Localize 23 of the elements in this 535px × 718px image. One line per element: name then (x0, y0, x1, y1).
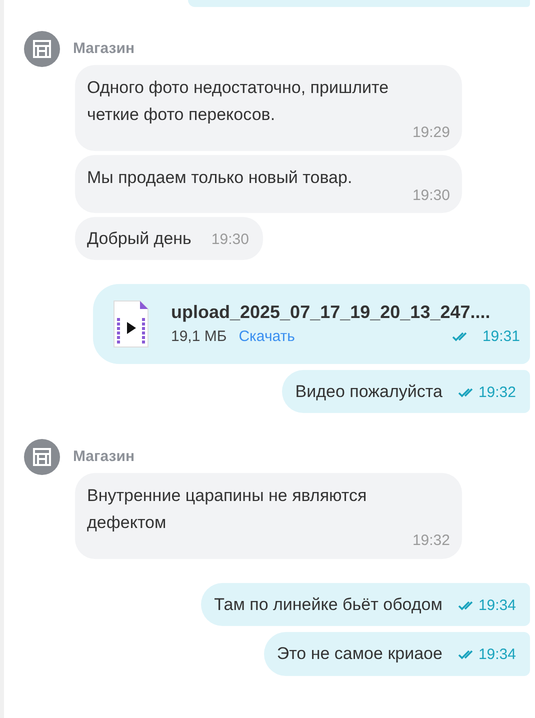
sender-name: Магазин (73, 38, 135, 59)
file-name: upload_2025_07_17_19_20_13_247.... (171, 301, 492, 324)
message-time: 19:31 (482, 327, 520, 347)
message-time: 19:34 (478, 645, 516, 665)
message-time: 19:34 (478, 596, 516, 616)
message-time: 19:32 (412, 531, 450, 551)
store-avatar-icon (24, 439, 60, 475)
message-text: Видео пожалуйста (295, 380, 442, 403)
message-text: Внутренние царапины не являются дефектом (87, 485, 368, 534)
message-time: 19:32 (478, 382, 516, 402)
message-text: Там по линейке бьёт ободом (214, 594, 442, 616)
sender-name: Магазин (73, 446, 135, 467)
message-text: Мы продаем только новый товар. (87, 166, 354, 188)
message-time: 19:30 (211, 230, 249, 250)
message-time: 19:29 (412, 123, 450, 143)
message-text: Добрый день (87, 228, 192, 250)
file-size: 19,1 МБ (171, 327, 227, 347)
message-text: Это не самое криаое (276, 643, 442, 666)
store-avatar-icon (24, 31, 60, 67)
message-text: Одного фото недостаточно, пришлите четкие фото перекосов. (87, 77, 390, 126)
download-link[interactable]: Скачать (238, 326, 295, 348)
video-file-icon (113, 300, 149, 348)
message-time: 19:30 (412, 186, 450, 206)
